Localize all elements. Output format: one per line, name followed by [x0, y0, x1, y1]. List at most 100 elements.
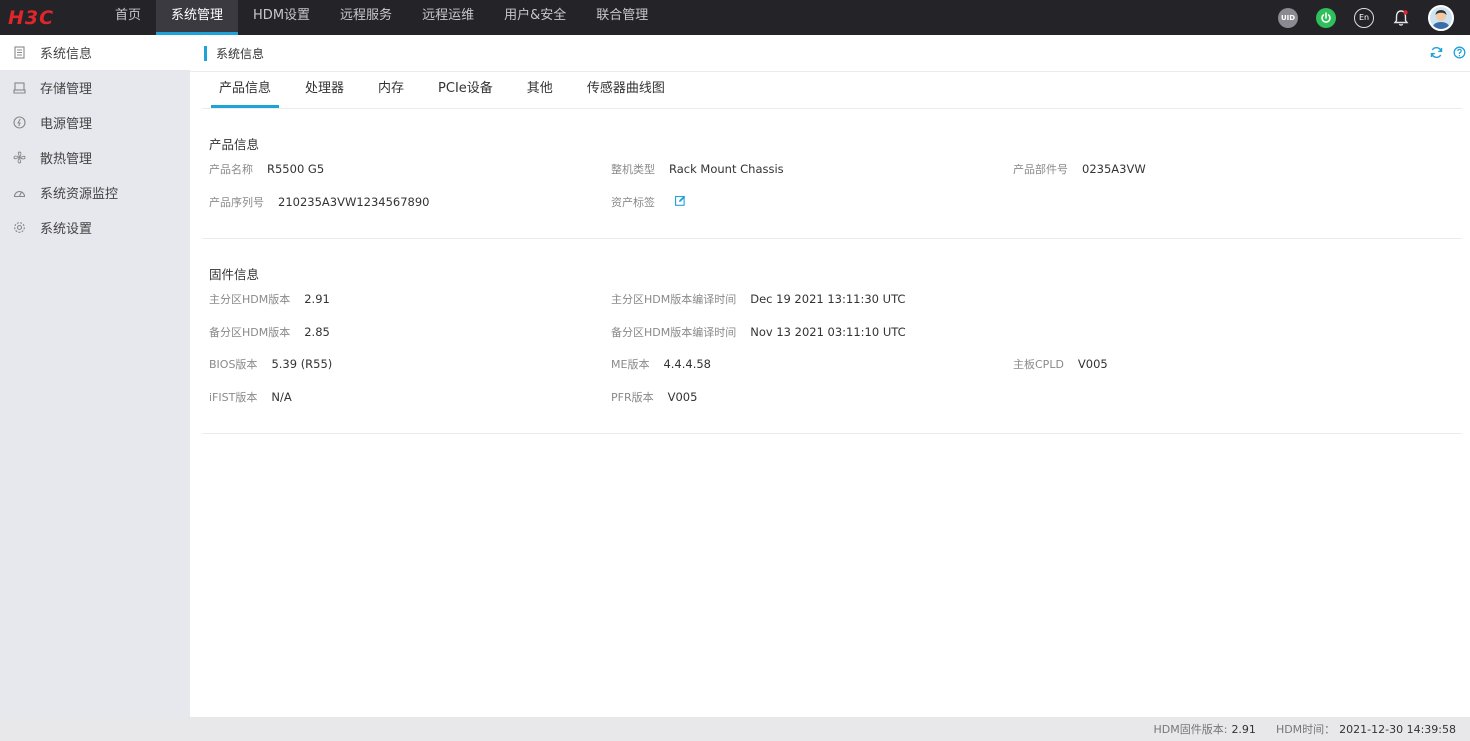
- info-row: iFIST版本 N/A PFR版本 V005: [209, 389, 1462, 422]
- field-value: N/A: [271, 389, 292, 404]
- sidebar-item-system-settings[interactable]: 系统设置: [0, 210, 190, 245]
- tab-sensor-charts[interactable]: 传感器曲线图: [579, 71, 673, 108]
- title-accent-bar: [204, 45, 207, 61]
- field-label: 产品序列号: [209, 195, 264, 209]
- field-label: BIOS版本: [209, 358, 258, 371]
- info-row: 产品序列号 210235A3VW1234567890 资产标签: [209, 194, 1462, 227]
- chassis-type-field: 整机类型 Rack Mount Chassis: [611, 161, 1013, 177]
- main-hdm-version-field: 主分区HDM版本 2.91: [209, 291, 611, 307]
- power-icon[interactable]: [1316, 7, 1336, 28]
- refresh-icon[interactable]: [1430, 46, 1443, 63]
- brand-logo[interactable]: H3C: [0, 0, 100, 35]
- field-label: 备分区HDM版本: [209, 325, 291, 339]
- sidebar-item-label: 系统资源监控: [40, 187, 119, 202]
- gauge-icon: [12, 186, 26, 200]
- pfr-version-field: PFR版本 V005: [611, 389, 1013, 405]
- top-bar: H3C 首页 系统管理 HDM设置 远程服务 远程运维 用户&安全 联合管理 U…: [0, 0, 1470, 35]
- nav-remote-ops[interactable]: 远程运维: [407, 0, 489, 35]
- nav-users-security[interactable]: 用户&安全: [489, 0, 581, 35]
- main-build-time-field: 主分区HDM版本编译时间 Dec 19 2021 13:11:30 UTC: [611, 291, 1013, 307]
- fan-icon: [12, 151, 26, 165]
- field-label: 主分区HDM版本: [209, 293, 291, 306]
- field-label: 资产标签: [611, 195, 655, 209]
- field-label: PFR版本: [611, 390, 654, 404]
- sidebar: 系统信息 存储管理 电源管理 散热管理 系统资源监控 系统设置: [0, 35, 190, 717]
- power-symbol-icon: [1321, 11, 1331, 23]
- nav-federated-management[interactable]: 联合管理: [581, 0, 663, 35]
- field-value: 2.85: [304, 324, 330, 339]
- field-label: 备分区HDM版本编译时间: [611, 325, 737, 339]
- sidebar-item-resource-monitor[interactable]: 系统资源监控: [0, 175, 190, 210]
- bell-icon[interactable]: [1392, 8, 1410, 28]
- product-info-section: 产品信息 产品名称 R5500 G5 整机类型 Rack Mount Chass…: [202, 109, 1462, 239]
- footer-label: HDM固件版本:: [1153, 723, 1228, 736]
- field-value: 5.39 (R55): [271, 357, 333, 371]
- sidebar-item-label: 存储管理: [40, 82, 93, 97]
- sidebar-item-cooling[interactable]: 散热管理: [0, 140, 190, 175]
- me-version-field: ME版本 4.4.4.58: [611, 356, 1013, 372]
- main-content: 系统信息 产品信息 处理器 内存 PCIe设备 其他 传感器曲线图 产品信息 产…: [190, 35, 1470, 717]
- field-value: V005: [667, 389, 698, 404]
- tab-product-info[interactable]: 产品信息: [211, 71, 280, 108]
- field-value: Dec 19 2021 13:11:30 UTC: [750, 292, 906, 306]
- section-title: 产品信息: [209, 137, 260, 152]
- brand-logo-text: H3C: [8, 6, 55, 29]
- main-nav: 首页 系统管理 HDM设置 远程服务 远程运维 用户&安全 联合管理: [100, 0, 663, 35]
- sidebar-item-label: 系统设置: [40, 222, 93, 237]
- sidebar-item-label: 电源管理: [40, 117, 93, 132]
- sidebar-item-system-info[interactable]: 系统信息: [0, 35, 190, 70]
- board-cpld-field: 主板CPLD V005: [1013, 356, 1313, 372]
- firmware-version-status: HDM固件版本: 2.91: [1153, 721, 1255, 737]
- user-avatar-icon: [1432, 9, 1450, 29]
- tab-other[interactable]: 其他: [519, 71, 561, 108]
- sidebar-item-storage[interactable]: 存储管理: [0, 70, 190, 105]
- field-value: R5500 G5: [267, 162, 325, 176]
- footer-label: HDM时间：: [1275, 723, 1336, 736]
- sidebar-item-label: 系统信息: [40, 47, 93, 62]
- gear-icon: [12, 221, 26, 235]
- field-value: V005: [1077, 357, 1108, 371]
- user-avatar[interactable]: [1428, 4, 1454, 31]
- backup-hdm-version-field: 备分区HDM版本 2.85: [209, 324, 611, 340]
- edit-icon[interactable]: [675, 195, 686, 209]
- power-icon: [12, 116, 26, 130]
- product-name-field: 产品名称 R5500 G5: [209, 161, 611, 177]
- hdm-time-status: HDM时间： 2021-12-30 14:39:58: [1276, 721, 1456, 737]
- sidebar-item-label: 散热管理: [40, 152, 93, 167]
- field-label: 主分区HDM版本编译时间: [611, 293, 737, 306]
- field-label: 整机类型: [611, 163, 655, 176]
- nav-system-management[interactable]: 系统管理: [156, 0, 239, 35]
- help-icon[interactable]: [1453, 46, 1466, 63]
- field-value: 0235A3VW: [1082, 162, 1146, 176]
- sidebar-item-power[interactable]: 电源管理: [0, 105, 190, 140]
- language-icon[interactable]: En: [1354, 7, 1374, 28]
- info-row: 主分区HDM版本 2.91 主分区HDM版本编译时间 Dec 19 2021 1…: [209, 291, 1462, 324]
- backup-build-time-field: 备分区HDM版本编译时间 Nov 13 2021 03:11:10 UTC: [611, 324, 1013, 340]
- bios-version-field: BIOS版本 5.39 (R55): [209, 356, 611, 372]
- footer-value: 2021-12-30 14:39:58: [1339, 723, 1456, 736]
- page-header: 系统信息: [190, 35, 1470, 72]
- info-row: 产品名称 R5500 G5 整机类型 Rack Mount Chassis 产品…: [209, 161, 1462, 194]
- field-value: 210235A3VW1234567890: [278, 194, 430, 209]
- field-value: Nov 13 2021 03:11:10 UTC: [750, 324, 906, 339]
- top-icons: UID En: [1278, 0, 1470, 35]
- field-label: 产品部件号: [1013, 163, 1068, 176]
- field-label: ME版本: [611, 358, 650, 371]
- tab-bar: 产品信息 处理器 内存 PCIe设备 其他 传感器曲线图: [202, 72, 1462, 109]
- nav-home[interactable]: 首页: [100, 0, 156, 35]
- tab-pcie-devices[interactable]: PCIe设备: [430, 71, 501, 108]
- asset-tag-field: 资产标签: [611, 194, 1013, 210]
- part-number-field: 产品部件号 0235A3VW: [1013, 161, 1313, 177]
- status-footer: HDM固件版本: 2.91 HDM时间： 2021-12-30 14:39:58: [0, 717, 1470, 741]
- footer-value: 2.91: [1231, 723, 1256, 736]
- tab-memory[interactable]: 内存: [370, 71, 412, 108]
- field-value: Rack Mount Chassis: [669, 162, 784, 176]
- serial-number-field: 产品序列号 210235A3VW1234567890: [209, 194, 611, 210]
- section-title: 固件信息: [209, 267, 260, 282]
- nav-hdm-settings[interactable]: HDM设置: [238, 0, 325, 35]
- uid-icon[interactable]: UID: [1278, 7, 1298, 28]
- tab-processor[interactable]: 处理器: [297, 71, 352, 108]
- nav-remote-service[interactable]: 远程服务: [325, 0, 407, 35]
- storage-icon: [12, 81, 26, 95]
- page-title: 系统信息: [216, 46, 265, 61]
